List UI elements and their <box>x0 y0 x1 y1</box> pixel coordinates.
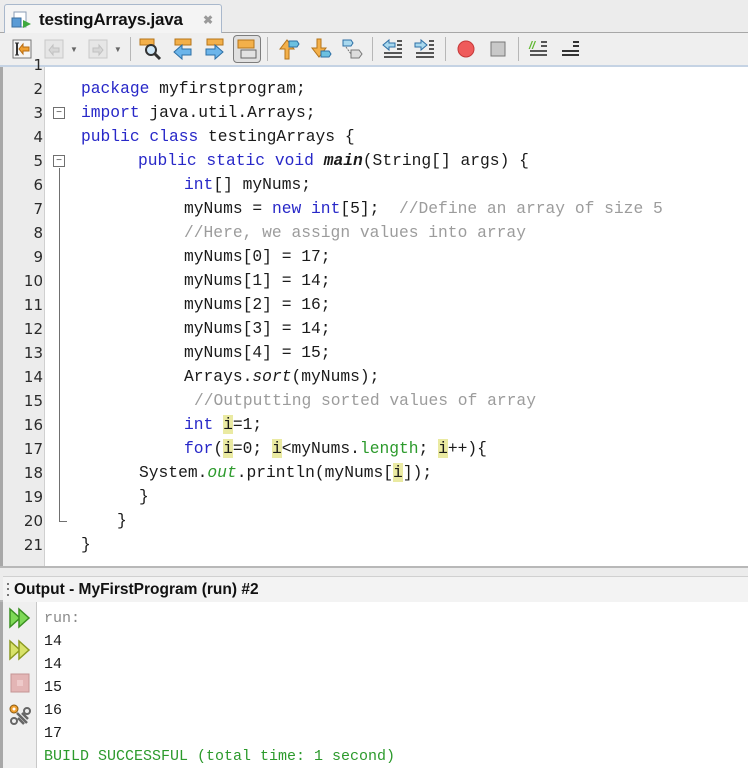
output-line: 14 <box>44 633 63 650</box>
line-number: 12 <box>23 320 43 338</box>
stop-icon <box>10 673 30 693</box>
code-line: 7 myNums = new int[5]; //Define an array… <box>3 197 748 221</box>
code-text: } <box>81 535 91 554</box>
code-line: 15 //Outputting sorted values of array <box>3 389 748 413</box>
fold-toggle-icon[interactable]: − <box>53 155 65 167</box>
line-number: 16 <box>23 416 43 434</box>
code-line: 3 import java.util.Arrays; <box>3 101 748 125</box>
line-number: 11 <box>23 296 43 314</box>
code-text: myNums[4] = 15; <box>184 343 331 362</box>
code-text: myNums[1] = 14; <box>184 271 331 290</box>
code-text: public static void main(String[] args) { <box>138 151 529 170</box>
output-line: 16 <box>44 702 63 719</box>
code-line: 12 myNums[3] = 14; <box>3 317 748 341</box>
code-text: } <box>117 511 127 530</box>
line-number: 8 <box>33 224 43 242</box>
code-text: import java.util.Arrays; <box>81 103 316 122</box>
tab-testing-arrays[interactable]: testingArrays.java ✖ <box>4 4 222 34</box>
code-text: int[] myNums; <box>184 175 312 194</box>
code-text: myNums[3] = 14; <box>184 319 331 338</box>
code-line: 9 myNums[0] = 17; <box>3 245 748 269</box>
line-number: 5 <box>33 152 43 170</box>
line-number: 2 <box>33 80 43 98</box>
tab-title: testingArrays.java <box>39 9 183 29</box>
fold-end-marker <box>59 521 67 522</box>
close-icon[interactable]: ✖ <box>203 13 213 27</box>
code-line: 1 <box>3 53 748 77</box>
rerun-icon <box>9 607 31 629</box>
line-number: 1 <box>33 56 43 74</box>
code-text: for(i=0; i<myNums.length; i++){ <box>184 439 487 458</box>
line-number: 6 <box>33 176 43 194</box>
code-line: 4 public class testingArrays { <box>3 125 748 149</box>
output-line: 15 <box>44 679 63 696</box>
output-line: run: <box>44 610 81 627</box>
output-panel-header: Output - MyFirstProgram (run) #2 <box>0 566 748 602</box>
output-title: Output - MyFirstProgram (run) #2 <box>14 580 259 598</box>
code-line: 6 int[] myNums; <box>3 173 748 197</box>
line-number: 19 <box>23 488 43 506</box>
line-number: 3 <box>33 104 43 122</box>
line-number: 15 <box>23 392 43 410</box>
output-sidebar <box>3 602 37 768</box>
code-text: //Here, we assign values into array <box>184 223 526 242</box>
line-number: 21 <box>23 536 43 554</box>
code-line: 8 //Here, we assign values into array <box>3 221 748 245</box>
code-text: //Outputting sorted values of array <box>194 391 536 410</box>
code-editor[interactable]: 1 2 package myfirstprogram; 3 import jav… <box>0 56 748 566</box>
line-number: 9 <box>33 248 43 266</box>
code-line: 19 } <box>3 485 748 509</box>
java-file-icon <box>11 10 33 30</box>
build-status-line: BUILD SUCCESSFUL (total time: 1 second) <box>44 748 396 765</box>
code-line: 21 } <box>3 533 748 557</box>
code-line: 11 myNums[2] = 16; <box>3 293 748 317</box>
code-text: myNums = new int[5]; //Define an array o… <box>184 199 663 218</box>
line-number: 18 <box>23 464 43 482</box>
code-text: int i=1; <box>184 415 263 434</box>
line-number: 14 <box>23 368 43 386</box>
settings-icon <box>9 704 31 725</box>
code-line: 18 System.out.println(myNums[i]); <box>3 461 748 485</box>
settings-button[interactable] <box>7 702 33 728</box>
code-line: 10 myNums[1] = 14; <box>3 269 748 293</box>
code-line: 16 int i=1; <box>3 413 748 437</box>
code-text: myNums[2] = 16; <box>184 295 331 314</box>
line-number: 13 <box>23 344 43 362</box>
code-line: 14 Arrays.sort(myNums); <box>3 365 748 389</box>
rerun-with-options-icon <box>9 639 31 661</box>
line-number: 20 <box>23 512 43 530</box>
line-number: 10 <box>23 272 43 290</box>
output-panel: run: 14 14 15 16 17 BUILD SUCCESSFUL (to… <box>0 602 748 768</box>
code-text: Arrays.sort(myNums); <box>184 367 380 386</box>
code-text: System.out.println(myNums[i]); <box>139 463 433 482</box>
line-number: 7 <box>33 200 43 218</box>
code-line: 2 package myfirstprogram; <box>3 77 748 101</box>
code-text: public class testingArrays { <box>81 127 355 146</box>
rerun-button[interactable] <box>7 605 33 631</box>
line-number: 17 <box>23 440 43 458</box>
code-text: } <box>139 487 149 506</box>
code-text: myNums[0] = 17; <box>184 247 331 266</box>
line-number: 4 <box>33 128 43 146</box>
output-line: 14 <box>44 656 63 673</box>
code-line: 5 public static void main(String[] args)… <box>3 149 748 173</box>
editor-tab-bar: testingArrays.java ✖ <box>0 0 748 34</box>
fold-guide-line <box>59 168 60 521</box>
code-text: package myfirstprogram; <box>81 79 306 98</box>
rerun-with-options-button[interactable] <box>7 637 33 663</box>
output-line: 17 <box>44 725 63 742</box>
code-line: 13 myNums[4] = 15; <box>3 341 748 365</box>
stop-button[interactable] <box>7 670 33 696</box>
code-line: 20 } <box>3 509 748 533</box>
code-line: 17 for(i=0; i<myNums.length; i++){ <box>3 437 748 461</box>
output-tab[interactable]: Output - MyFirstProgram (run) #2 <box>3 576 748 602</box>
fold-toggle-icon[interactable]: − <box>53 107 65 119</box>
drag-grip-icon[interactable] <box>5 582 11 598</box>
